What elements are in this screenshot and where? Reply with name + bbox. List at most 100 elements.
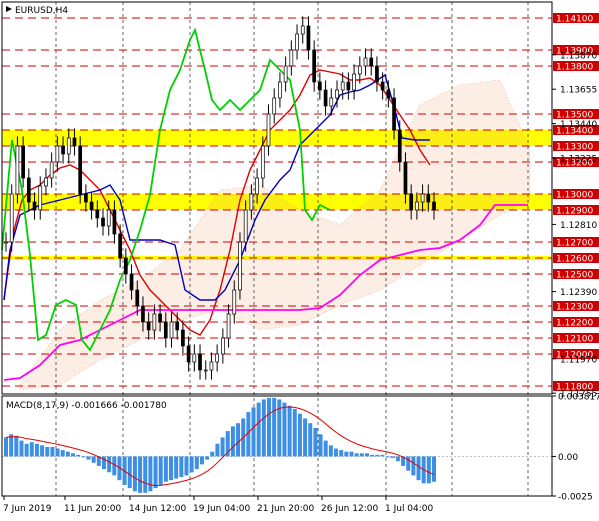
candle-body [426,193,431,203]
price-tag-label: 1.12900 [556,207,593,217]
macd-bar [169,456,174,481]
candle-body [300,25,305,35]
price-tag-label: 1.13800 [556,63,593,73]
candle-body [203,369,208,372]
macd-bar [205,456,210,460]
macd-bar [14,435,19,457]
candle-body [95,209,100,219]
candle-body [163,321,168,339]
macd-bar [256,402,261,457]
macd-bar [339,450,344,457]
candle-body [369,57,374,67]
candle-body [72,137,77,147]
candle-body [44,177,48,187]
price-tag-label: 1.13300 [556,143,593,153]
candle-body [141,305,145,323]
price-tag-label: 1.12600 [556,255,593,265]
candle-body [61,145,65,155]
candle-body [226,313,231,339]
price-tag-label: 1.12500 [556,271,593,281]
price-label: 1.13870 [560,51,597,61]
candle-body [129,273,134,291]
candle-body [186,345,191,363]
macd-bar [385,456,390,458]
macd-bar [328,445,333,457]
macd-bar [432,456,436,482]
macd-bar [375,454,380,457]
price-axis: 1.141001.139001.138001.135001.134001.133… [552,13,599,400]
candle-body [112,209,117,235]
candle-body [312,49,317,83]
candle-body [329,97,334,107]
macd-bar [370,454,375,457]
candle-body [181,329,185,347]
candle-body [146,321,151,331]
macd-bar [215,443,220,457]
macd-bar [60,450,65,457]
candle-body [209,361,214,371]
macd-bar [45,446,50,457]
candle-body [26,177,31,203]
macd-bar [344,451,349,457]
candle-body [283,65,288,83]
candle-body [392,97,396,131]
macd-bar [313,427,318,457]
candle-body [340,81,345,91]
macd-bar [303,418,308,457]
macd-bar [153,456,158,489]
macd-bar [297,413,302,457]
macd-bar [81,456,86,458]
price-label: 1.13655 [560,86,597,96]
macd-bar [349,451,354,457]
macd-bar [24,443,29,457]
candle-body [175,321,180,331]
price-label: 1.11970 [560,355,597,365]
candle-body [101,217,105,227]
candle-body [386,89,391,99]
candle-body [335,89,339,99]
macd-bar [416,456,421,481]
macd-bar [91,456,96,463]
candle-body [158,313,162,323]
macd-bar [199,456,204,465]
candle-body [415,201,419,211]
candle-body [432,201,436,211]
price-tag-label: 1.13000 [556,191,593,201]
macd-bar [19,440,24,457]
macd-bar [40,445,45,457]
macd-bar [236,423,241,457]
candle-body [306,25,311,51]
macd-bar [132,456,137,492]
candle-body [215,353,219,363]
candle-body [352,73,356,91]
candle-body [318,81,322,91]
candle-body [255,177,259,195]
candle-body [278,81,282,99]
time-label: 11 Jun 20:00 [64,504,121,514]
macd-bar [163,456,168,482]
candle-body [363,57,368,67]
candle-body [55,145,60,163]
macd-bar [138,456,143,493]
candle-body [266,113,271,147]
candle-body [118,233,122,259]
macd-bar [174,456,179,479]
candle-body [192,353,197,363]
macd-bar [184,456,189,476]
candle-body [232,289,237,315]
macd-bar [354,453,359,457]
macd-bar [411,456,416,476]
price-tag-label: 1.12700 [556,239,593,249]
price-tag-label: 1.12100 [556,335,593,345]
macd-bar [318,434,323,457]
price-label: 1.12810 [560,221,597,231]
macd-bar [194,456,199,470]
candle-body [78,145,83,195]
price-label: 1.12390 [560,288,597,298]
candle-body [169,321,174,339]
candle-body [238,241,242,291]
candle-body [249,193,254,211]
macd-axis-label: 0.00 [558,453,578,463]
price-chart[interactable]: 1.141001.139001.138001.135001.134001.133… [0,0,599,521]
macd-bar [143,456,148,493]
